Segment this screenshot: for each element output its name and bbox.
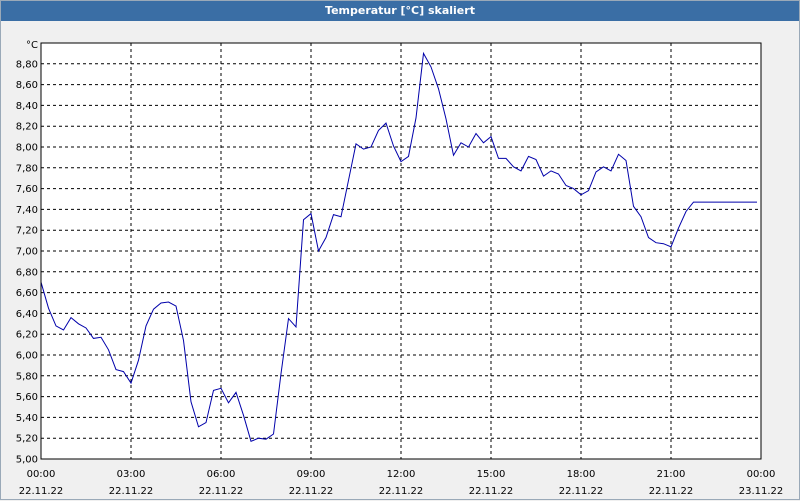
y-tick-label: 6,00 — [16, 351, 38, 362]
x-tick-date-label: 22.11.22 — [19, 486, 64, 497]
x-tick-time-label: 03:00 — [117, 469, 146, 480]
y-tick-label: 5,00 — [16, 455, 38, 466]
x-tick-time-label: 12:00 — [387, 469, 416, 480]
y-tick-label: 7,20 — [16, 226, 38, 237]
x-tick-time-label: 18:00 — [567, 469, 596, 480]
y-tick-label: 6,80 — [16, 267, 38, 278]
y-tick-label: 5,20 — [16, 434, 38, 445]
y-axis-unit-label: °C — [26, 40, 38, 51]
x-tick-time-label: 00:00 — [27, 469, 56, 480]
x-tick-date-label: 22.11.22 — [199, 486, 244, 497]
y-tick-label: 6,40 — [16, 309, 38, 320]
x-tick-date-label: 22.11.22 — [559, 486, 604, 497]
x-tick-time-label: 00:00 — [747, 469, 776, 480]
x-tick-date-label: 22.11.22 — [109, 486, 154, 497]
y-tick-label: 8,80 — [16, 59, 38, 70]
y-tick-label: 7,00 — [16, 247, 38, 258]
x-tick-time-label: 21:00 — [657, 469, 686, 480]
y-tick-label: 6,20 — [16, 330, 38, 341]
y-tick-labels: 5,00 5,20 5,40 5,60 5,80 6,00 6,20 6,40 6,60 6,80… — [16, 59, 38, 465]
x-tick-time-label: 09:00 — [297, 469, 326, 480]
y-tick-label: 7,40 — [16, 205, 38, 216]
x-tick-date-label: 22.11.22 — [649, 486, 694, 497]
x-tick-date-label: 22.11.22 — [379, 486, 424, 497]
x-tick-date-label: 22.11.22 — [469, 486, 514, 497]
x-tick-date-label: 22.11.22 — [289, 486, 334, 497]
y-tick-label: 5,80 — [16, 371, 38, 382]
y-tick-label: 7,80 — [16, 163, 38, 174]
y-tick-label: 8,00 — [16, 143, 38, 154]
grid-lines — [41, 43, 761, 459]
y-tick-label: 5,40 — [16, 413, 38, 424]
x-tick-date-label: 23.11.22 — [739, 486, 784, 497]
y-tick-label: 8,20 — [16, 122, 38, 133]
x-tick-labels: 00:00 22.11.22 03:00 22.11.22 06:00 22.11.22 0… — [19, 469, 784, 497]
x-tick-time-label: 15:00 — [477, 469, 506, 480]
y-tick-label: 6,60 — [16, 288, 38, 299]
y-tick-label: 7,60 — [16, 184, 38, 195]
y-tick-label: 8,60 — [16, 80, 38, 91]
x-tick-time-label: 06:00 — [207, 469, 236, 480]
y-tick-label: 8,40 — [16, 101, 38, 112]
chart-window: Temperatur [°C] skaliert 5,00 5,20 5,40 5,6… — [0, 0, 800, 500]
y-tick-label: 5,60 — [16, 392, 38, 403]
temperature-chart: 5,00 5,20 5,40 5,60 5,80 6,00 6,20 6,40 6,60 6,80… — [16, 40, 784, 497]
